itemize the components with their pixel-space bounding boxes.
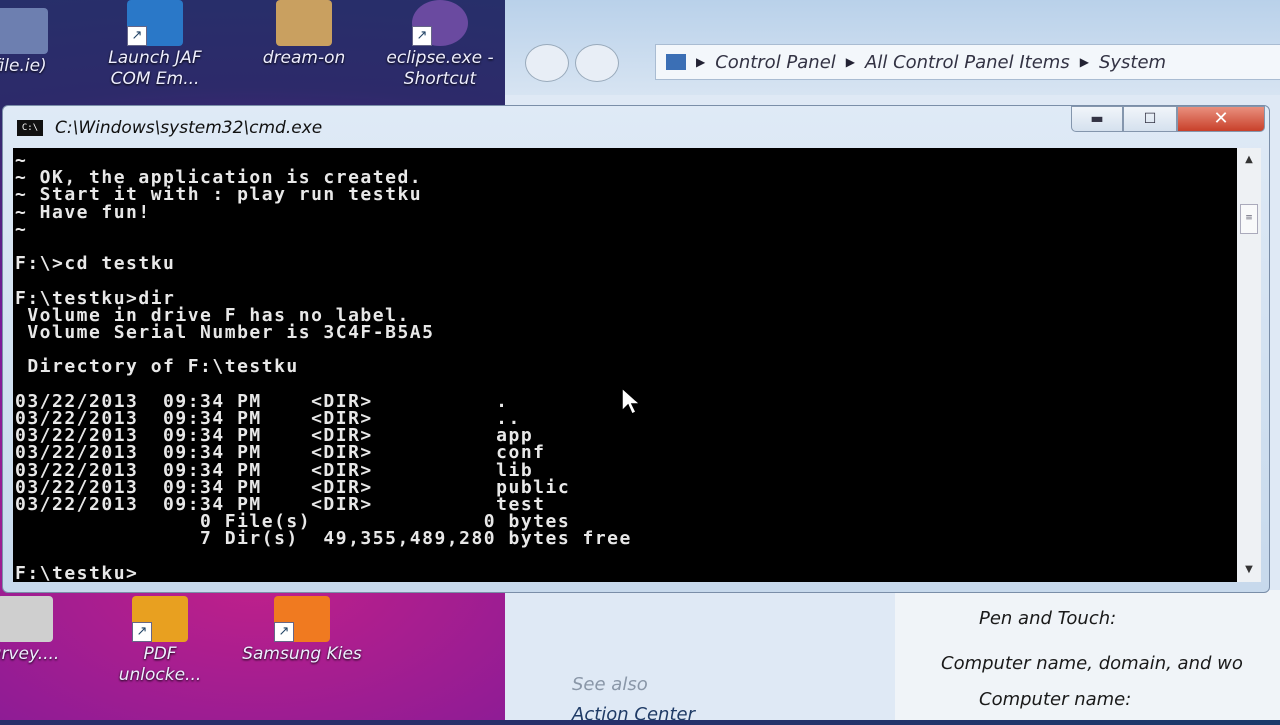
explorer-toolbar: ▶ Control Panel ▶ All Control Panel Item… [505,0,1280,95]
console-text: ~ ~ OK, the application is created. ~ St… [15,150,632,582]
pen-touch-label: Pen and Touch: [979,608,1117,629]
file-icon [0,8,48,54]
address-bar[interactable]: ▶ Control Panel ▶ All Control Panel Item… [655,44,1280,80]
desktop-icon-label: Samsung Kies [242,644,362,664]
desktop-icon-samsung-kies[interactable]: ↗ Samsung Kies [242,596,362,665]
desktop-icon-eclipse[interactable]: ↗ eclipse.exe - Shortcut [380,0,500,90]
desktop-icon-label: Launch JAF COM Em... [108,48,202,89]
shortcut-arrow-icon: ↗ [132,622,152,642]
cmd-window[interactable]: C:\ C:\Windows\system32\cmd.exe ▬ ☐ ✕ ~ … [2,105,1270,593]
samsung-kies-icon: ↗ [274,596,330,642]
pdf-unlocker-icon: ↗ [132,596,188,642]
desktop-icon-label: dream-on [262,48,346,68]
explorer-left-pane: See also Action Center [515,590,895,725]
back-button[interactable] [525,44,569,82]
desktop-icon-file[interactable]: file.ie) [0,8,80,77]
breadcrumb-separator-icon: ▶ [696,55,706,69]
desktop-icon-launch-jaf[interactable]: ↗ Launch JAF COM Em... [95,0,215,90]
breadcrumb-all-items[interactable]: All Control Panel Items [865,52,1070,73]
vertical-scrollbar[interactable]: ▲ ≡ ▼ [1237,148,1261,582]
computer-name-label: Computer name: [979,689,1132,710]
desktop-icon-label: PDF unlocke... [118,644,202,685]
scroll-thumb[interactable]: ≡ [1240,204,1258,234]
cmd-title-bar[interactable]: C:\ C:\Windows\system32\cmd.exe [17,118,322,138]
breadcrumb-separator-icon: ▶ [1079,55,1089,69]
folder-icon [276,0,332,46]
scroll-up-icon[interactable]: ▲ [1237,150,1261,170]
jaf-app-icon: ↗ [127,0,183,46]
shortcut-arrow-icon: ↗ [274,622,294,642]
breadcrumb-control-panel[interactable]: Control Panel [715,52,836,73]
shortcut-arrow-icon: ↗ [127,26,147,46]
survey-icon [0,596,53,642]
desktop-icon-label: file.ie) [0,56,47,76]
desktop-icon-label: urvey.... [0,644,60,664]
cmd-icon: C:\ [17,120,43,136]
console-output-area[interactable]: ~ ~ OK, the application is created. ~ St… [13,148,1237,582]
breadcrumb-system[interactable]: System [1099,52,1166,73]
computer-name-heading: Computer name, domain, and wo [941,653,1243,674]
minimize-button[interactable]: ▬ [1071,106,1123,132]
shortcut-arrow-icon: ↗ [412,26,432,46]
see-also-heading: See also [572,674,648,695]
eclipse-icon: ↗ [412,0,468,46]
close-button[interactable]: ✕ [1177,106,1265,132]
desktop-icon-dream-on[interactable]: dream-on [244,0,364,69]
scroll-down-icon[interactable]: ▼ [1237,560,1261,580]
breadcrumb-separator-icon: ▶ [845,55,856,69]
desktop-icon-pdf-unlocker[interactable]: ↗ PDF unlocke... [100,596,220,686]
mouse-pointer-icon [621,387,642,416]
desktop-icon-survey[interactable]: urvey.... [0,596,85,665]
action-center-link[interactable]: Action Center [572,704,695,725]
forward-button[interactable] [575,44,619,82]
explorer-right-pane: Pen and Touch: Computer name, domain, an… [895,590,1280,720]
desktop-icon-label: eclipse.exe - Shortcut [386,48,494,89]
cmd-window-title: C:\Windows\system32\cmd.exe [55,118,323,138]
control-panel-icon [666,54,686,70]
maximize-button[interactable]: ☐ [1123,106,1177,132]
